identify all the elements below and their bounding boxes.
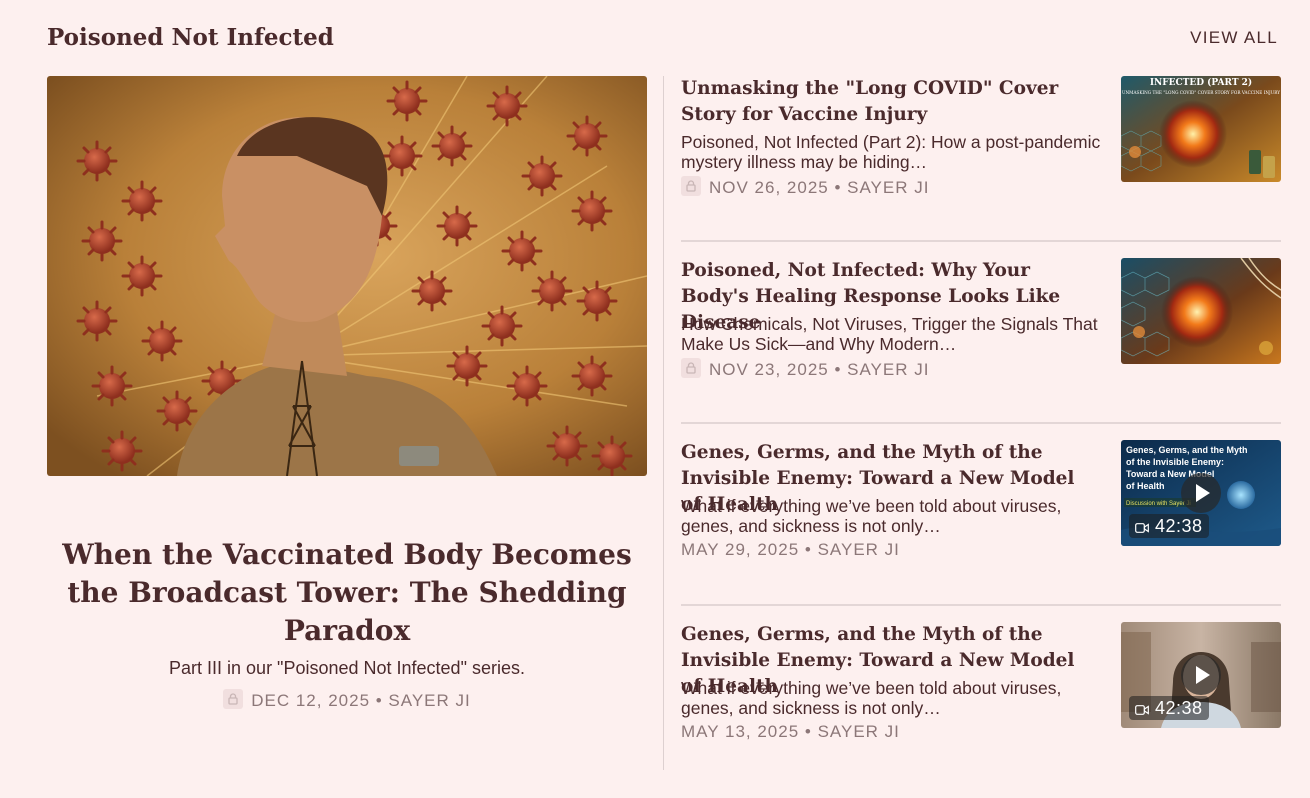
post-item[interactable]: Poisoned, Not Infected: Why Your Body's …	[681, 258, 1281, 379]
video-camera-icon	[1135, 697, 1149, 721]
lock-icon	[681, 176, 701, 196]
post-item[interactable]: Genes, Germs, and the Myth of the Invisi…	[681, 440, 1281, 559]
thumb-caption: UNMASKING THE "LONG COVID" COVER STORY F…	[1122, 90, 1280, 95]
section-title: Poisoned Not Infected	[47, 24, 334, 51]
post-meta-text: NOV 23, 2025 • SAYER JI	[709, 360, 930, 379]
duration-text: 42:38	[1155, 516, 1203, 536]
post-item[interactable]: Genes, Germs, and the Myth of the Invisi…	[681, 622, 1281, 741]
post-divider	[681, 240, 1281, 242]
glowing-cell-thumbnail-icon	[1121, 258, 1281, 364]
post-thumbnail[interactable]: INFECTED (PART 2) UNMASKING THE "LONG CO…	[1121, 76, 1281, 182]
post-title[interactable]: Unmasking the "Long COVID" Cover Story f…	[681, 76, 1101, 128]
duration-text: 42:38	[1155, 698, 1203, 718]
post-meta-text: NOV 26, 2025 • SAYER JI	[709, 178, 930, 197]
video-duration: 42:38	[1129, 696, 1209, 720]
featured-title[interactable]: When the Vaccinated Body Becomes the Bro…	[47, 536, 647, 650]
post-divider	[681, 422, 1281, 424]
play-icon[interactable]	[1181, 655, 1221, 695]
view-all-link[interactable]: VIEW ALL	[1190, 28, 1278, 48]
post-description: What if everything we’ve been told about…	[681, 678, 1062, 718]
post-meta: MAY 29, 2025 • SAYER JI	[681, 540, 900, 559]
video-thumbnail[interactable]: Genes, Germs, and the Myth of the Invisi…	[1121, 440, 1281, 546]
lock-icon	[681, 358, 701, 378]
video-thumbnail[interactable]: 42:38	[1121, 622, 1281, 728]
play-icon[interactable]	[1181, 473, 1221, 513]
post-thumbnail[interactable]	[1121, 258, 1281, 364]
video-duration: 42:38	[1129, 514, 1209, 538]
video-camera-icon	[1135, 515, 1149, 539]
featured-meta-text: DEC 12, 2025 • SAYER JI	[251, 691, 471, 710]
featured-meta: DEC 12, 2025 • SAYER JI	[47, 689, 647, 711]
post-description: How Chemicals, Not Viruses, Trigger the …	[681, 314, 1098, 354]
man-profile-virus-illustration-icon	[47, 76, 647, 476]
post-meta: NOV 23, 2025 • SAYER JI	[681, 358, 929, 380]
lock-icon	[223, 689, 244, 709]
post-meta: NOV 26, 2025 • SAYER JI	[681, 176, 929, 198]
thumb-caption: INFECTED (PART 2)	[1150, 77, 1252, 88]
column-divider	[663, 76, 664, 770]
post-meta: MAY 13, 2025 • SAYER JI	[681, 722, 900, 741]
post-description: Poisoned, Not Infected (Part 2): How a p…	[681, 132, 1101, 172]
thumb-subcaption: Discussion with Sayer Ji	[1126, 501, 1191, 507]
featured-subtitle: Part III in our "Poisoned Not Infected" …	[169, 658, 525, 678]
post-description: What if everything we’ve been told about…	[681, 496, 1062, 536]
virus-cell-thumbnail-icon: INFECTED (PART 2) UNMASKING THE "LONG CO…	[1121, 76, 1281, 182]
post-divider	[681, 604, 1281, 606]
post-item[interactable]: Unmasking the "Long COVID" Cover Story f…	[681, 76, 1281, 197]
featured-image[interactable]	[47, 76, 647, 476]
